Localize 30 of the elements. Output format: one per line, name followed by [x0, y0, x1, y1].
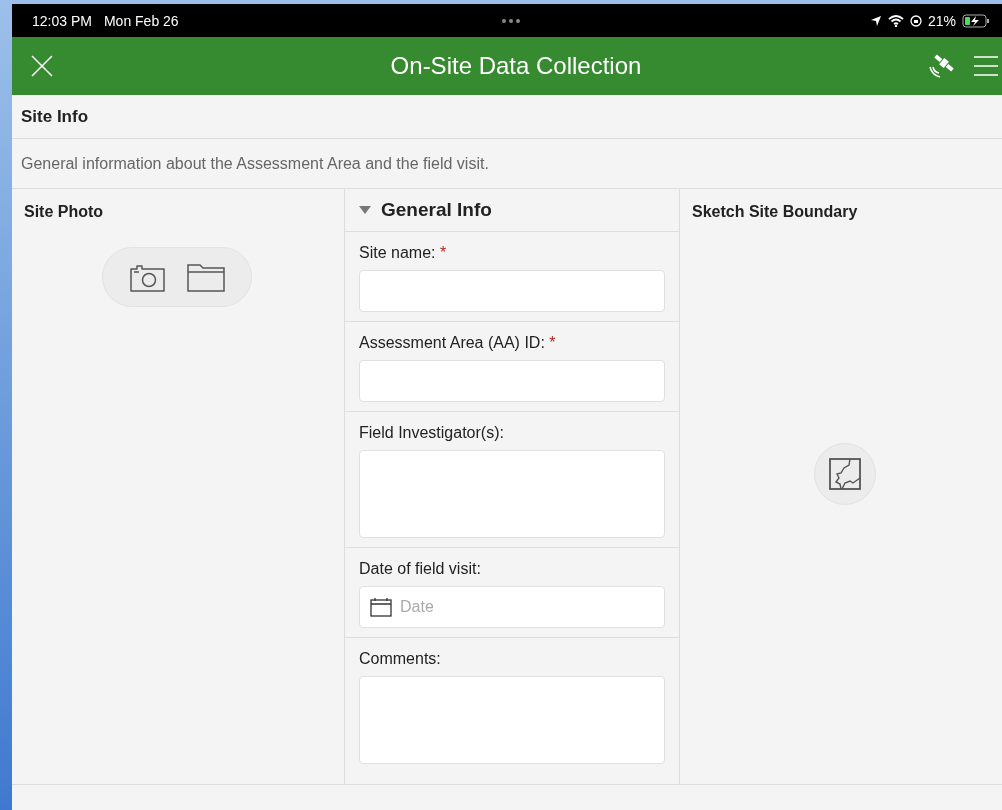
- field-label: Site name: *: [359, 244, 448, 262]
- field-label: Comments:: [359, 650, 442, 668]
- sketch-title: Sketch Site Boundary: [691, 202, 859, 221]
- map-sketch-icon: [827, 456, 863, 492]
- wifi-icon: [887, 14, 904, 27]
- app-title: On-Site Data Collection: [389, 52, 643, 80]
- satellite-icon: [928, 53, 956, 79]
- dots-icon: [501, 17, 521, 24]
- field-label: Field Investigator(s):: [359, 424, 505, 442]
- folder-button[interactable]: [186, 261, 226, 293]
- site-photo-title: Site Photo: [23, 202, 105, 221]
- caret-icon: [359, 206, 371, 214]
- battery-percent: 21%: [927, 12, 956, 29]
- battery-icon: [962, 13, 990, 28]
- field-label: Assessment Area (AA) ID: *: [359, 334, 557, 352]
- status-time: 12:03 PM: [32, 12, 92, 29]
- field-label: Date of field visit:: [359, 560, 482, 578]
- group-header[interactable]: General Info: [345, 189, 679, 232]
- location-icon: [869, 14, 882, 27]
- lock-rotation-icon: [909, 14, 922, 27]
- calendar-icon: [370, 597, 392, 617]
- section-description: General information about the Assessment Area and the field visit.: [12, 139, 1002, 189]
- close-icon: [30, 54, 54, 78]
- section-title: Site Info: [12, 95, 1002, 139]
- folder-icon: [186, 261, 226, 293]
- menu-icon: [972, 54, 998, 78]
- text-field[interactable]: [359, 360, 665, 402]
- text-field[interactable]: [359, 270, 665, 312]
- date-field[interactable]: Date: [359, 586, 665, 628]
- status-date: Mon Feb 26: [103, 12, 179, 29]
